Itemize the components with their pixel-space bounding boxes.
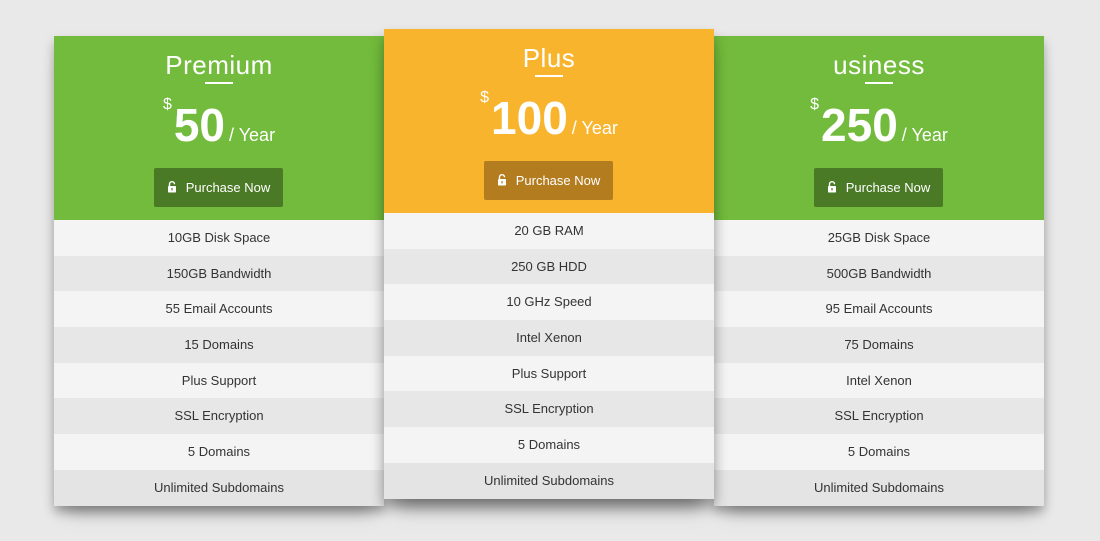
purchase-now-button[interactable]: Purchase Now [484, 161, 613, 200]
feature-item: 75 Domains [714, 327, 1044, 363]
feature-item: 10 GHz Speed [384, 284, 714, 321]
feature-item: 20 GB RAM [384, 213, 714, 249]
title-underline [205, 82, 233, 84]
currency-symbol: $ [810, 96, 820, 113]
title-underline [535, 75, 563, 77]
feature-item: 15 Domains [54, 327, 384, 363]
pricing-card-premium: Premium $ 50 / Year Purchase Now 10GB Di… [54, 36, 384, 506]
plan-price: $ 100 / Year [384, 87, 714, 143]
feature-item: 55 Email Accounts [54, 291, 384, 328]
purchase-now-button[interactable]: Purchase Now [814, 168, 943, 207]
plan-price: $ 250 / Year [714, 94, 1044, 150]
price-amount: 250 [821, 99, 898, 151]
pricing-table: Premium $ 50 / Year Purchase Now 10GB Di… [0, 0, 1100, 541]
feature-item: 25GB Disk Space [714, 220, 1044, 256]
plan-title: usiness [833, 50, 925, 80]
feature-item: Plus Support [384, 355, 714, 392]
feature-item: Intel Xenon [714, 362, 1044, 399]
purchase-button-label: Purchase Now [845, 180, 931, 195]
pricing-card-header: Premium $ 50 / Year Purchase Now [54, 36, 384, 220]
feature-list: 20 GB RAM 250 GB HDD 10 GHz Speed Intel … [384, 213, 714, 499]
feature-list: 25GB Disk Space 500GB Bandwidth 95 Email… [714, 220, 1044, 506]
title-underline [865, 82, 893, 84]
pricing-card-header: Plus $ 100 / Year Purchase Now [384, 29, 714, 213]
pricing-card-business: usiness $ 250 / Year Purchase Now 25GB D… [714, 36, 1044, 506]
feature-item: SSL Encryption [714, 398, 1044, 435]
feature-item: Intel Xenon [384, 320, 714, 356]
pricing-card-header: usiness $ 250 / Year Purchase Now [714, 36, 1044, 220]
feature-item: 250 GB HDD [384, 248, 714, 285]
feature-item: Plus Support [54, 362, 384, 399]
purchase-now-button[interactable]: Purchase Now [154, 168, 283, 207]
feature-item: Unlimited Subdomains [54, 469, 384, 506]
feature-item: 5 Domains [54, 434, 384, 470]
price-amount: 50 [173, 99, 226, 151]
feature-item: 5 Domains [384, 427, 714, 463]
price-amount: 100 [491, 92, 568, 144]
feature-item: SSL Encryption [54, 398, 384, 435]
feature-item: 5 Domains [714, 434, 1044, 470]
price-period: / Year [229, 125, 276, 145]
lock-icon [497, 173, 506, 185]
feature-item: 95 Email Accounts [714, 291, 1044, 328]
purchase-button-label: Purchase Now [185, 180, 271, 195]
feature-item: Unlimited Subdomains [384, 462, 714, 499]
plan-title: Plus [522, 43, 576, 73]
feature-item: 10GB Disk Space [54, 220, 384, 256]
pricing-card-plus: Plus $ 100 / Year Purchase Now 20 GB RAM… [384, 29, 714, 499]
plan-price: $ 50 / Year [54, 94, 384, 150]
price-period: / Year [571, 118, 618, 138]
feature-item: Unlimited Subdomains [714, 469, 1044, 506]
feature-item: 150GB Bandwidth [54, 255, 384, 292]
currency-symbol: $ [162, 96, 172, 113]
price-period: / Year [901, 125, 948, 145]
currency-symbol: $ [480, 89, 490, 106]
feature-item: 500GB Bandwidth [714, 255, 1044, 292]
lock-icon [167, 180, 176, 192]
lock-icon [827, 180, 836, 192]
purchase-button-label: Purchase Now [515, 173, 601, 188]
feature-list: 10GB Disk Space 150GB Bandwidth 55 Email… [54, 220, 384, 506]
plan-title: Premium [165, 50, 273, 80]
feature-item: SSL Encryption [384, 391, 714, 428]
